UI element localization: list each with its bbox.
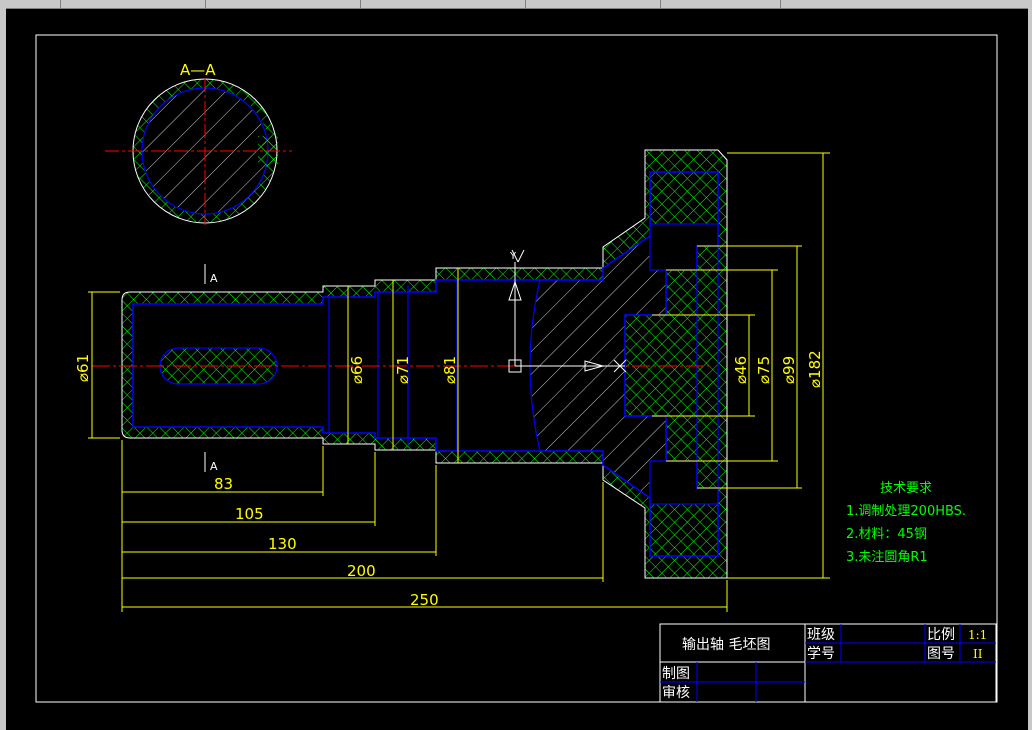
svg-text:A: A [210,272,218,285]
tech-item-3: 3.未注圆角R1 [846,550,928,565]
ucs-y-label: Y [509,251,517,262]
drawing-no-value: II [973,647,983,661]
class-label: 班级 [807,627,835,643]
svg-text:⌀71: ⌀71 [394,356,412,384]
flange-bottom-rim [649,503,719,557]
tech-title: 技术要求 [880,481,932,496]
svg-text:130: 130 [268,535,297,553]
drawing-no-label: 图号 [927,646,955,662]
svg-text:⌀66: ⌀66 [348,356,366,384]
svg-text:⌀81: ⌀81 [441,356,459,384]
scale-value: 1:1 [968,628,987,642]
drawing-canvas[interactable]: A—A Y A A ⌀61 ⌀66 ⌀71 ⌀81 ⌀46 ⌀75 ⌀99 ⌀1… [0,0,1032,730]
svg-text:⌀46: ⌀46 [732,356,750,384]
section-a-a: A—A [105,61,292,225]
svg-text:⌀75: ⌀75 [755,356,773,384]
drawn-by-label: 制图 [662,666,690,682]
checked-by-label: 审核 [662,685,690,701]
flange-top-rim [649,171,719,225]
title-block: 输出轴 毛坯图 班级 学号 比例 1:1 图号 II 制图 审核 [659,623,997,703]
part-name: 输出轴 毛坯图 [682,637,770,653]
section-label: A—A [180,61,216,79]
svg-text:⌀99: ⌀99 [780,356,798,384]
length-labels: 83 105 130 200 250 [214,475,439,609]
svg-text:A: A [210,460,218,473]
svg-text:⌀182: ⌀182 [806,350,824,388]
svg-text:83: 83 [214,475,233,493]
svg-text:200: 200 [347,562,376,580]
scale-label: 比例 [927,627,955,643]
svg-text:⌀61: ⌀61 [74,354,92,382]
svg-text:250: 250 [410,591,439,609]
svg-text:105: 105 [235,505,264,523]
tech-item-1: 1.调制处理200HBS. [846,504,966,519]
student-id-label: 学号 [807,646,835,662]
technical-requirements: 技术要求 1.调制处理200HBS. 2.材料：45钢 3.未注圆角R1 [846,481,966,565]
tech-item-2: 2.材料：45钢 [846,527,927,542]
